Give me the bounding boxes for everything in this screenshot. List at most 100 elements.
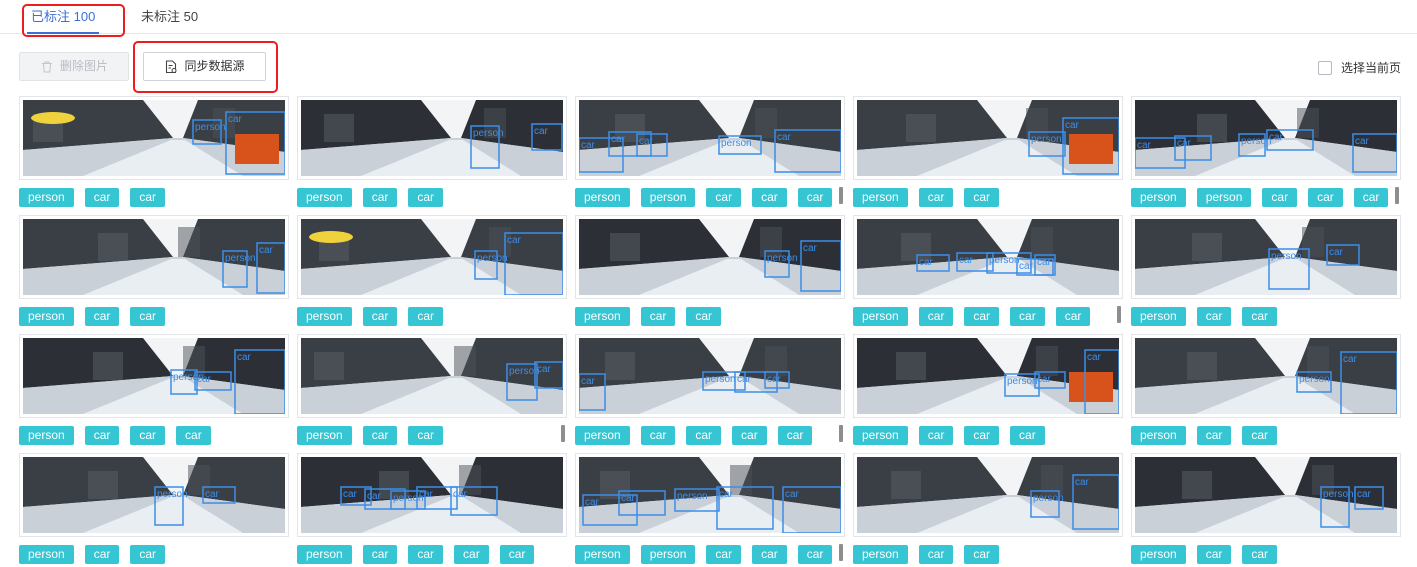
bounding-box-label: person <box>473 128 504 139</box>
label-tag: car <box>84 545 120 564</box>
image-thumbnail[interactable]: car car person car car <box>1131 96 1401 180</box>
image-card[interactable]: person car person car car <box>297 334 567 445</box>
image-thumbnail[interactable]: person car <box>1131 215 1401 299</box>
bounding-box-label: car <box>507 235 522 246</box>
image-thumbnail[interactable]: car car person car car <box>297 453 567 537</box>
label-tag: car <box>964 188 1000 207</box>
label-tag: person <box>1131 188 1186 207</box>
tab-labeled[interactable]: 已标注 100 <box>26 0 100 34</box>
bounding-box-label: person <box>1033 493 1064 504</box>
image-thumbnail[interactable]: person car <box>853 96 1123 180</box>
image-thumbnail[interactable]: person car <box>19 453 289 537</box>
tag-list: person car car <box>19 545 166 564</box>
label-tag: car <box>1262 188 1298 207</box>
image-card[interactable]: person car person car car <box>19 453 289 564</box>
bounding-box-label: person <box>989 255 1020 266</box>
tag-scrollbar[interactable] <box>561 425 565 442</box>
image-card[interactable]: person car person car car <box>1131 334 1401 445</box>
tag-scrollbar[interactable] <box>839 187 843 204</box>
bounding-box-label: person <box>1271 251 1302 262</box>
bounding-box-label: person <box>157 489 188 500</box>
label-tag: person <box>19 426 74 445</box>
label-tag: car <box>964 307 1000 326</box>
street-scene-image: person car <box>1135 219 1397 295</box>
image-thumbnail[interactable]: car car person car car <box>853 215 1123 299</box>
bounding-box-label: car <box>785 489 800 500</box>
image-thumbnail[interactable]: person car <box>1131 453 1401 537</box>
image-thumbnail[interactable]: person car car <box>853 334 1123 418</box>
image-card[interactable]: car person car car person car car car car <box>575 334 845 445</box>
image-thumbnail[interactable]: person car <box>575 215 845 299</box>
image-card[interactable]: car car person car car person car car car car <box>297 453 567 564</box>
label-tag: car <box>640 426 676 445</box>
image-thumbnail[interactable]: car car person car car <box>575 453 845 537</box>
delete-images-button[interactable]: 删除图片 <box>19 52 129 81</box>
image-thumbnail[interactable]: car person car car <box>575 334 845 418</box>
label-tag: car <box>408 188 444 207</box>
select-current-page[interactable]: 选择当前页 <box>1317 59 1401 76</box>
label-tag: car <box>1242 307 1278 326</box>
tag-list: person car car <box>297 188 444 207</box>
image-card[interactable]: person car person car car <box>297 96 567 207</box>
image-card[interactable]: car car person car car person car car car car <box>853 215 1123 326</box>
image-thumbnail[interactable]: person car car <box>19 334 289 418</box>
image-card[interactable]: person car car person car car car <box>853 334 1123 445</box>
tag-scrollbar[interactable] <box>1117 306 1121 323</box>
label-tag: car <box>1353 188 1389 207</box>
street-scene-image: person car <box>1135 338 1397 414</box>
image-thumbnail[interactable]: person car <box>297 334 567 418</box>
image-card[interactable]: person car person car car <box>575 215 845 326</box>
label-tag: car <box>1196 545 1232 564</box>
label-tag: person <box>853 426 908 445</box>
street-scene-image: car car car person car <box>579 100 841 176</box>
label-tag: person <box>640 545 696 564</box>
image-card[interactable]: person car person car car <box>853 96 1123 207</box>
image-card[interactable]: car car car person car person person car car car <box>575 96 845 207</box>
bounding-box-label: car <box>581 376 596 387</box>
image-thumbnail[interactable]: person car <box>19 215 289 299</box>
label-tag: car <box>499 545 535 564</box>
tag-list: person car car <box>575 307 722 326</box>
bounding-box-label: person <box>225 253 256 264</box>
bounding-box-label: car <box>611 134 626 145</box>
street-scene-image: carcarpersoncarcar <box>1135 100 1397 176</box>
sync-datasource-button[interactable]: 同步数据源 <box>143 52 266 81</box>
label-tag: car <box>918 188 954 207</box>
tag-scrollbar[interactable] <box>839 544 843 561</box>
tag-list: person car car car car <box>853 307 1091 326</box>
image-card[interactable]: person car person car car <box>297 215 567 326</box>
tag-scrollbar[interactable] <box>839 425 843 442</box>
street-scene-image: car person car car <box>579 338 841 414</box>
image-card[interactable]: person car person car car <box>1131 215 1401 326</box>
image-card[interactable]: person car person car car <box>19 215 289 326</box>
bounding-box-label: car <box>367 491 382 502</box>
image-card[interactable]: person car person car car <box>1131 453 1401 564</box>
label-tag: car <box>706 545 742 564</box>
bounding-box-label: person <box>721 138 752 149</box>
image-card[interactable]: person car car person car car car <box>19 334 289 445</box>
tab-unlabeled[interactable]: 未标注 50 <box>141 0 198 33</box>
bounding-box-label: car <box>919 257 934 268</box>
image-thumbnail[interactable]: person car <box>19 96 289 180</box>
image-card[interactable]: person car person car car <box>853 453 1123 564</box>
bounding-box-label: car <box>803 243 818 254</box>
tab-bar: 已标注 100 未标注 50 <box>0 0 1417 34</box>
image-thumbnail[interactable]: person car <box>1131 334 1401 418</box>
image-card[interactable]: person car person car car <box>19 96 289 207</box>
bounding-box-label: car <box>1065 120 1080 131</box>
image-thumbnail[interactable]: car car car person car <box>575 96 845 180</box>
bounding-box-label: car <box>228 114 243 125</box>
image-thumbnail[interactable]: person car <box>853 453 1123 537</box>
label-tag: car <box>362 188 398 207</box>
tag-list: person car car <box>853 545 1000 564</box>
image-card[interactable]: car car person car car person person car car car <box>575 453 845 564</box>
sync-datasource-label: 同步数据源 <box>184 59 245 73</box>
image-card[interactable]: car car person car car person person car car car <box>1131 96 1401 207</box>
image-thumbnail[interactable]: person car <box>297 215 567 299</box>
label-tag: person <box>1131 426 1186 445</box>
image-thumbnail[interactable]: person car <box>297 96 567 180</box>
tag-scrollbar[interactable] <box>1395 187 1399 204</box>
select-page-checkbox[interactable] <box>1317 60 1332 75</box>
street-scene-image: personcarcar <box>857 338 1119 414</box>
label-tag: person <box>575 545 630 564</box>
